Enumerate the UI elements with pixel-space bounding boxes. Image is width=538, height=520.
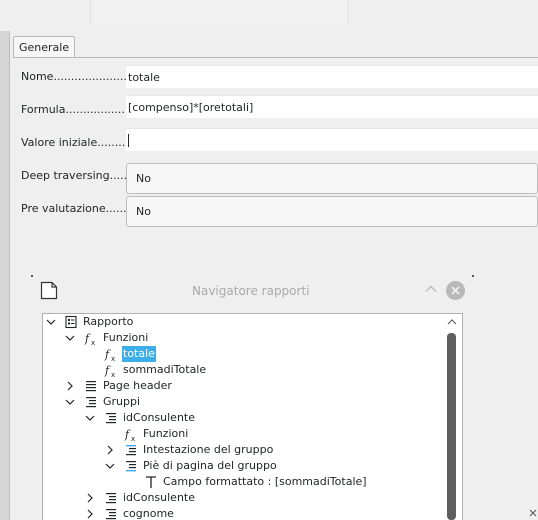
tree-item-label-selected: totale xyxy=(122,346,156,362)
tree-item-label: idConsulente xyxy=(123,491,195,504)
resize-grip-icon[interactable] xyxy=(528,508,538,518)
tree-row[interactable]: idConsulente xyxy=(43,490,462,506)
tree-item-label: Piè di pagina del gruppo xyxy=(143,459,277,472)
chevron-right-icon[interactable] xyxy=(84,508,96,520)
chevron-right-icon[interactable] xyxy=(64,380,76,392)
chevron-down-icon[interactable] xyxy=(64,396,76,408)
report-icon xyxy=(65,315,77,329)
pre-valutazione-label: Pre valutazione....... xyxy=(21,202,131,215)
nome-label: Nome...................... xyxy=(21,70,131,83)
function-icon: fx xyxy=(84,332,95,346)
tree-item-label: idConsulente xyxy=(123,411,195,424)
tree-item-label: Intestazione del gruppo xyxy=(143,443,274,456)
chevron-down-icon[interactable] xyxy=(104,460,116,472)
svg-text:f: f xyxy=(104,348,111,361)
chevron-right-icon[interactable] xyxy=(84,492,96,504)
tree-row[interactable]: Campo formattato : [sommadiTotale] xyxy=(43,474,462,490)
tree-row[interactable]: Page header xyxy=(43,378,462,394)
document-icon[interactable] xyxy=(40,281,58,300)
formula-label: Formula................... xyxy=(21,103,132,116)
svg-text:f: f xyxy=(84,332,91,345)
navigator-title: Navigatore rapporti xyxy=(192,284,310,298)
left-splitter[interactable] xyxy=(0,31,10,520)
chevron-down-icon[interactable] xyxy=(64,332,76,344)
scrollbar-thumb[interactable] xyxy=(447,333,456,520)
tree-row[interactable]: fx sommadiTotale xyxy=(43,362,462,378)
section-icon xyxy=(86,381,96,392)
svg-text:f: f xyxy=(124,428,131,441)
tree-item-label: cognome xyxy=(123,507,174,520)
function-icon: fx xyxy=(124,428,135,442)
pre-valutazione-select[interactable]: No xyxy=(126,196,538,227)
svg-text:x: x xyxy=(111,371,115,378)
tree-row[interactable]: fx Funzioni xyxy=(43,330,462,346)
nome-value: totale xyxy=(128,71,160,84)
formula-value: [compenso]*[oretotali] xyxy=(128,101,254,114)
tree-item-label: Funzioni xyxy=(143,427,189,440)
group-list-icon xyxy=(86,397,96,408)
group-footer-icon xyxy=(126,461,136,472)
text-caret xyxy=(128,133,129,147)
tree-row[interactable]: Rapporto xyxy=(43,314,462,330)
tree-item-label: Gruppi xyxy=(103,395,141,408)
tree-row[interactable]: fx Funzioni xyxy=(43,426,462,442)
group-list-icon xyxy=(106,413,116,424)
nome-field[interactable]: totale xyxy=(126,65,538,88)
group-list-icon xyxy=(106,493,116,504)
deep-traversing-value: No xyxy=(136,172,151,185)
tree-item-label: Rapporto xyxy=(83,315,134,328)
pre-valutazione-value: No xyxy=(136,205,151,218)
report-tree[interactable]: Rapporto fx Funzioni fx totale fx sommad… xyxy=(42,313,463,520)
function-icon: fx xyxy=(104,348,115,362)
tree-row[interactable]: Intestazione del gruppo xyxy=(43,442,462,458)
formula-field[interactable]: [compenso]*[oretotali] xyxy=(126,95,538,118)
tree-row[interactable]: cognome xyxy=(43,506,462,520)
function-icon: fx xyxy=(104,364,115,378)
chevron-right-icon[interactable] xyxy=(104,444,116,456)
svg-text:x: x xyxy=(131,435,135,442)
text-field-icon xyxy=(146,476,156,488)
toolbar-inset xyxy=(90,0,348,24)
tree-row[interactable]: fx totale xyxy=(43,346,462,362)
tree-row[interactable]: Piè di pagina del gruppo xyxy=(43,458,462,474)
close-button[interactable] xyxy=(446,281,465,300)
svg-text:f: f xyxy=(104,364,111,377)
chevron-down-icon[interactable] xyxy=(45,316,57,328)
tree-row[interactable]: idConsulente xyxy=(43,410,462,426)
valore-iniziale-field[interactable] xyxy=(126,128,538,151)
tree-item-label: sommadiTotale xyxy=(123,363,207,376)
tab-divider xyxy=(13,57,538,58)
svg-text:x: x xyxy=(111,355,115,362)
tree-row[interactable]: Gruppi xyxy=(43,394,462,410)
tree-item-label: Funzioni xyxy=(103,331,149,344)
panel-corner-mark xyxy=(31,275,33,277)
svg-text:x: x xyxy=(91,339,95,346)
scroll-up-arrow-icon[interactable] xyxy=(446,317,458,327)
chevron-up-icon[interactable] xyxy=(424,282,438,296)
group-header-icon xyxy=(126,445,136,456)
top-toolbar-area xyxy=(0,0,538,32)
valore-iniziale-label: Valore iniziale......... xyxy=(21,136,129,149)
tab-generale[interactable]: Generale xyxy=(13,36,76,58)
tree-item-label: Page header xyxy=(103,379,172,392)
close-icon xyxy=(451,286,460,295)
group-list-icon xyxy=(106,509,116,520)
deep-traversing-label: Deep traversing..... xyxy=(21,169,128,182)
panel-corner-mark xyxy=(472,275,474,277)
deep-traversing-select[interactable]: No xyxy=(126,163,538,194)
tree-item-label: Campo formattato : [sommadiTotale] xyxy=(163,475,367,488)
chevron-down-icon[interactable] xyxy=(84,412,96,424)
